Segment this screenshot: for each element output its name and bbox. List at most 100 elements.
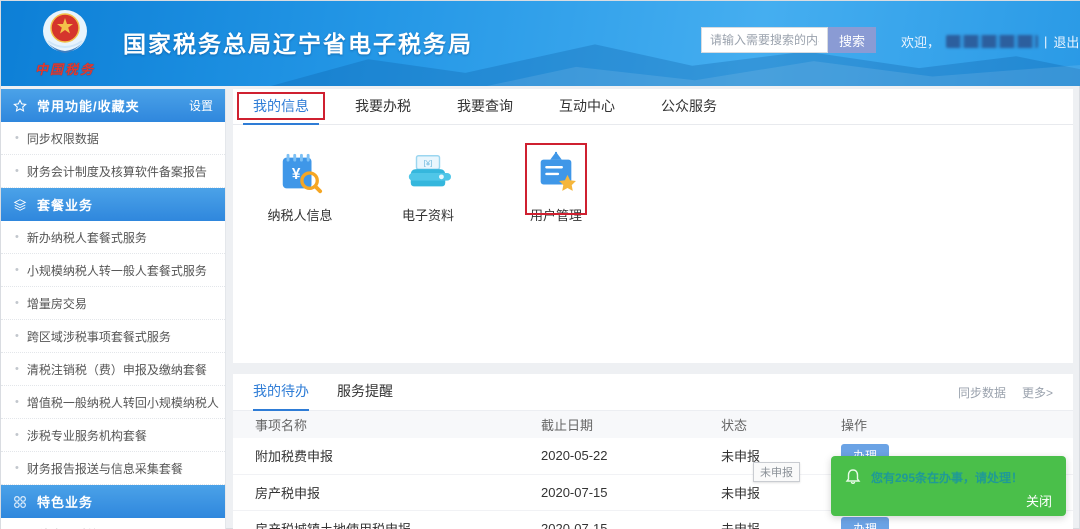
status-tooltip: 未申报 bbox=[753, 462, 800, 482]
bullet-icon: • bbox=[15, 132, 19, 144]
shortcut-label: 纳税人信息 bbox=[267, 208, 333, 223]
sidebar-item-label: 增值税一般纳税人转回小规模纳税人 bbox=[26, 395, 219, 410]
sidebar-item-label: 同步权限数据 bbox=[26, 131, 99, 146]
username-masked bbox=[946, 34, 1039, 48]
sidebar-item-sync-permissions[interactable]: • 同步权限数据 bbox=[1, 122, 225, 155]
sidebar-item-label: 增量房交易 bbox=[26, 296, 87, 311]
table-header-row: 事项名称 截止日期 状态 操作 bbox=[233, 411, 1073, 438]
item-name: 附加税费申报 bbox=[233, 438, 533, 475]
bullet-icon: • bbox=[15, 264, 19, 276]
sidebar-item-incremental-housing[interactable]: • 增量房交易 bbox=[1, 287, 225, 320]
search-box bbox=[701, 27, 828, 53]
sidebar-item-network-invoice[interactable]: •网络发票系统 bbox=[1, 518, 225, 529]
sidebar-item-vat-return-small[interactable]: • 增值税一般纳税人转回小规模纳税人 bbox=[1, 386, 225, 419]
sidebar-item-label: 跨区域涉税事项套餐式服务 bbox=[26, 329, 171, 344]
sidebar-section-favorites: 常用功能/收藏夹 设置 bbox=[1, 89, 225, 122]
svg-text:¥: ¥ bbox=[292, 166, 301, 183]
tab-label: 我要查询 bbox=[457, 97, 513, 114]
bullet-icon: • bbox=[15, 330, 19, 342]
sidebar-item-label: 财务报告报送与信息采集套餐 bbox=[26, 461, 183, 476]
logout-link[interactable]: 退出 bbox=[1053, 32, 1079, 51]
tab-my-info[interactable]: 我的信息 bbox=[237, 89, 325, 125]
col-deadline: 截止日期 bbox=[533, 411, 713, 438]
tab-service-reminder[interactable]: 服务提醒 bbox=[337, 374, 393, 411]
tab-label: 互动中心 bbox=[559, 97, 615, 114]
user-area: 欢迎， | 退出 bbox=[901, 31, 1079, 51]
bullet-icon: • bbox=[15, 396, 19, 408]
tab-inquiry[interactable]: 我要查询 bbox=[443, 89, 527, 125]
active-tab-underline bbox=[243, 122, 319, 125]
todo-tabs: 我的待办 服务提醒 同步数据 更多> bbox=[233, 374, 1073, 411]
sidebar-item-label: 清税注销税（费）申报及缴纳套餐 bbox=[26, 362, 207, 377]
sidebar-item-label: 财务会计制度及核算软件备案报告 bbox=[26, 164, 207, 179]
col-action: 操作 bbox=[833, 411, 1073, 438]
tab-tax-handling[interactable]: 我要办税 bbox=[341, 89, 425, 125]
sidebar-special-title: 特色业务 bbox=[37, 495, 94, 510]
logo-caption: 中国税务 bbox=[34, 63, 95, 78]
search-button[interactable]: 搜索 bbox=[828, 27, 876, 53]
sidebar-item-label: 网络发票系统 bbox=[27, 526, 99, 529]
tab-label: 我的信息 bbox=[253, 97, 309, 114]
shortcut-grid: ¥ 纳税人信息 [¥] 电子资料 用户管理 bbox=[233, 125, 1073, 224]
shortcut-label: 用户管理 bbox=[529, 208, 582, 223]
sidebar-item-label: 新办纳税人套餐式服务 bbox=[26, 230, 147, 245]
layers-icon bbox=[13, 198, 29, 212]
tab-interaction-center[interactable]: 互动中心 bbox=[545, 89, 629, 125]
deadline: 2020-07-15 bbox=[533, 474, 713, 511]
sidebar-item-tax-cancellation[interactable]: • 清税注销税（费）申报及缴纳套餐 bbox=[1, 353, 225, 386]
settings-button[interactable]: 设置 bbox=[189, 97, 213, 114]
electronic-documents-icon: [¥] bbox=[389, 149, 467, 197]
deadline: 2020-05-22 bbox=[533, 438, 713, 475]
main-tabs: 我的信息 我要办税 我要查询 互动中心 公众服务 bbox=[233, 89, 1073, 125]
col-item-name: 事项名称 bbox=[233, 411, 533, 438]
sidebar-section-special: 特色业务 bbox=[1, 485, 225, 518]
tab-public-service[interactable]: 公众服务 bbox=[647, 89, 731, 125]
tab-my-todo[interactable]: 我的待办 bbox=[253, 374, 309, 411]
sidebar-item-cross-region[interactable]: • 跨区域涉税事项套餐式服务 bbox=[1, 320, 225, 353]
sidebar-item-label: 小规模纳税人转一般人套餐式服务 bbox=[26, 263, 207, 278]
sidebar-item-new-taxpayer[interactable]: • 新办纳税人套餐式服务 bbox=[1, 221, 225, 254]
sidebar: 常用功能/收藏夹 设置 • 同步权限数据 • 财务会计制度及核算软件备案报告 套餐业… bbox=[1, 89, 226, 529]
sidebar-item-small-to-general[interactable]: • 小规模纳税人转一般人套餐式服务 bbox=[1, 254, 225, 287]
status-badge: 未申报 bbox=[713, 510, 833, 529]
item-name: 房产税申报 bbox=[233, 474, 533, 511]
more-link[interactable]: 更多> bbox=[1022, 384, 1053, 401]
bell-icon bbox=[845, 469, 861, 485]
handle-button[interactable]: 办理 bbox=[841, 516, 890, 529]
sidebar-section-packages: 套餐业务 bbox=[1, 188, 225, 221]
sidebar-item-financial-report[interactable]: • 财务报告报送与信息采集套餐 bbox=[1, 452, 225, 485]
deadline: 2020-07-15 bbox=[533, 510, 713, 529]
divider: | bbox=[1044, 33, 1048, 49]
col-status: 状态 bbox=[713, 411, 833, 438]
bullet-icon: • bbox=[15, 462, 19, 474]
sidebar-item-label: 涉税专业服务机构套餐 bbox=[26, 428, 147, 443]
sidebar-favorites-title: 常用功能/收藏夹 bbox=[37, 99, 140, 114]
bullet-icon: • bbox=[15, 231, 19, 243]
sidebar-item-accounting-report[interactable]: • 财务会计制度及核算软件备案报告 bbox=[1, 155, 225, 188]
toast-close-button[interactable]: 关闭 bbox=[1026, 491, 1052, 510]
site-header: 中国税务 国家税务总局辽宁省电子税务局 搜索 欢迎， | 退出 bbox=[1, 1, 1080, 86]
site-title: 国家税务总局辽宁省电子税务局 bbox=[123, 31, 473, 57]
bullet-icon: • bbox=[15, 429, 19, 441]
search-input[interactable] bbox=[702, 28, 827, 52]
logo: 中国税务 bbox=[19, 7, 111, 78]
tab-label: 公众服务 bbox=[661, 97, 717, 114]
page: 中国税务 国家税务总局辽宁省电子税务局 搜索 欢迎， | 退出 常用功能/收藏夹… bbox=[0, 0, 1080, 529]
user-management-icon bbox=[517, 149, 595, 197]
shortcut-label: 电子资料 bbox=[401, 208, 454, 223]
tax-emblem-icon bbox=[43, 10, 87, 53]
todo-toolbar: 同步数据 更多> bbox=[958, 384, 1053, 401]
sync-data-button[interactable]: 同步数据 bbox=[958, 384, 1006, 401]
tab-label: 服务提醒 bbox=[337, 382, 393, 399]
grid-icon bbox=[13, 495, 29, 509]
shortcut-user-management[interactable]: 用户管理 bbox=[517, 143, 595, 224]
sidebar-item-tax-service-agency[interactable]: • 涉税专业服务机构套餐 bbox=[1, 419, 225, 452]
taxpayer-info-icon: ¥ bbox=[261, 149, 339, 197]
bullet-icon: • bbox=[15, 297, 19, 309]
main-panel: 我的信息 我要办税 我要查询 互动中心 公众服务 ¥ 纳税人信息 [¥] 电子资… bbox=[233, 89, 1073, 363]
welcome-text: 欢迎， bbox=[901, 34, 941, 50]
shortcut-taxpayer-info[interactable]: ¥ 纳税人信息 bbox=[261, 149, 339, 224]
shortcut-electronic-documents[interactable]: [¥] 电子资料 bbox=[389, 149, 467, 224]
toast-notification: 您有295条在办事，请处理！ 关闭 bbox=[831, 456, 1066, 516]
sidebar-packages-title: 套餐业务 bbox=[37, 198, 94, 213]
